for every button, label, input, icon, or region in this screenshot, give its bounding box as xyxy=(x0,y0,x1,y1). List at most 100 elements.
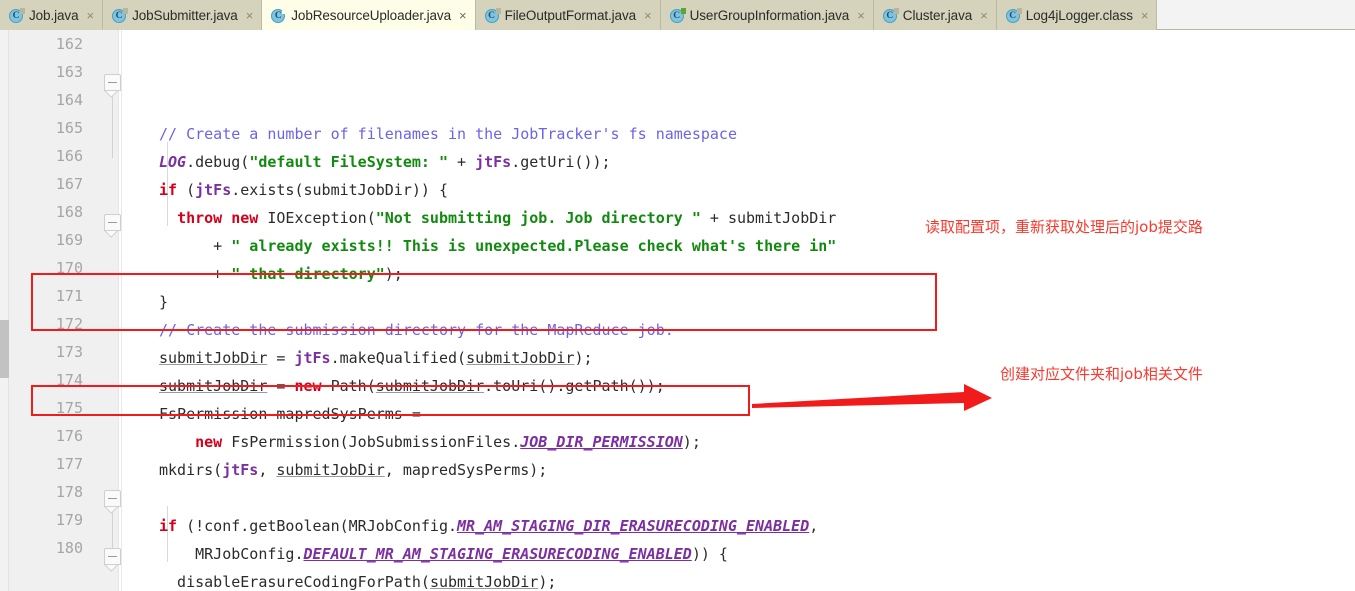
java-class-icon: C xyxy=(271,7,288,23)
code-token: )) { xyxy=(691,545,728,563)
line-number: 165 xyxy=(55,119,83,137)
close-icon[interactable]: × xyxy=(857,9,865,22)
code-token: throw new xyxy=(177,209,259,227)
line-number: 169 xyxy=(55,231,83,249)
code-line[interactable]: disableErasureCodingForPath(submitJobDir… xyxy=(123,568,1355,591)
code-line[interactable]: MRJobConfig.DEFAULT_MR_AM_STAGING_ERASUR… xyxy=(123,540,1355,568)
code-token: ); xyxy=(574,349,593,367)
annotation-note-1: 读取配置项，重新获取处理后的job提交路 xyxy=(925,218,1203,236)
code-token: , mapredSysPerms); xyxy=(384,461,548,479)
code-token: LOG xyxy=(159,153,187,171)
code-token: submitJobDir xyxy=(276,461,385,479)
editor-tab-3[interactable]: C FileOutputFormat.java × xyxy=(475,0,661,30)
code-token: } xyxy=(159,293,169,311)
icon-letter: C xyxy=(673,10,681,21)
code-token: .debug( xyxy=(186,153,250,171)
code-token: ( xyxy=(177,181,196,199)
close-icon[interactable]: × xyxy=(246,9,254,22)
fold-toggle-icon[interactable] xyxy=(104,214,121,231)
code-token: mkdirs( xyxy=(159,461,223,479)
code-token: "default FileSystem: " xyxy=(249,153,448,171)
fold-range-end-icon xyxy=(104,565,121,573)
code-token: FsPermission mapredSysPerms = xyxy=(159,405,421,423)
minus-glyph xyxy=(108,222,117,223)
code-token: + submitJobDir xyxy=(700,209,837,227)
editor-tab-label: JobSubmitter.java xyxy=(132,7,238,23)
java-class-icon: C xyxy=(882,7,899,23)
java-class-icon: C xyxy=(9,7,25,23)
code-token: " that directory" xyxy=(231,265,385,283)
minus-glyph xyxy=(108,498,117,499)
scrollbar-thumb[interactable] xyxy=(0,320,9,378)
minus-glyph xyxy=(108,82,117,83)
editor-tab-4[interactable]: C UserGroupInformation.java × xyxy=(660,0,874,30)
code-token: Path( xyxy=(321,377,376,395)
editor-tab-5[interactable]: C Cluster.java × xyxy=(873,0,997,30)
code-token: submitJobDir xyxy=(159,377,268,395)
code-line[interactable]: // Create the submission directory for t… xyxy=(123,316,1355,344)
editor-vertical-scrollbar[interactable] xyxy=(0,30,9,591)
code-token: jtFs xyxy=(475,153,512,171)
code-token: = xyxy=(267,377,295,395)
code-editor: 162 163 164 165 166 167 168 169 170 171 172 173 174 1… xyxy=(0,30,1355,591)
icon-letter: C xyxy=(12,10,20,21)
line-number: 172 xyxy=(55,315,83,333)
editor-tab-1[interactable]: C JobSubmitter.java × xyxy=(103,0,263,30)
editor-tab-label: Job.java xyxy=(29,7,79,23)
editor-tab-label: Cluster.java xyxy=(902,7,973,23)
code-token: (!conf.getBoolean(MRJobConfig. xyxy=(177,517,458,535)
code-line[interactable]: new FsPermission(JobSubmissionFiles.JOB_… xyxy=(123,428,1355,456)
fold-toggle-icon[interactable] xyxy=(104,490,121,507)
editor-tab-2[interactable]: C JobResourceUploader.java × xyxy=(262,0,476,30)
gutter-divider xyxy=(121,30,122,591)
code-token: MR_AM_STAGING_DIR_ERASURECODING_ENABLED xyxy=(457,517,810,535)
line-number: 163 xyxy=(55,63,83,81)
code-token: new xyxy=(195,433,223,451)
code-line[interactable]: if (jtFs.exists(submitJobDir)) { xyxy=(123,176,1355,204)
java-class-icon-green: C xyxy=(669,7,686,23)
code-token: + xyxy=(159,265,232,283)
code-token: DEFAULT_MR_AM_STAGING_ERASURECODING_ENAB… xyxy=(303,545,692,563)
close-icon[interactable]: × xyxy=(459,9,467,22)
code-line[interactable]: FsPermission mapredSysPerms = xyxy=(123,400,1355,428)
line-number: 177 xyxy=(55,455,83,473)
code-token: , xyxy=(809,517,819,535)
code-line[interactable] xyxy=(123,484,1355,512)
code-line[interactable]: } xyxy=(123,288,1355,316)
code-line[interactable]: if (!conf.getBoolean(MRJobConfig.MR_AM_S… xyxy=(123,512,1355,540)
line-number: 176 xyxy=(55,427,83,445)
code-line[interactable]: + " that directory"); xyxy=(123,260,1355,288)
code-token: ); xyxy=(682,433,701,451)
icon-letter: C xyxy=(274,10,282,21)
line-number-column: 162 163 164 165 166 167 168 169 170 171 172 173 174 1… xyxy=(9,30,91,562)
line-number: 167 xyxy=(55,175,83,193)
editor-tab-0[interactable]: C Job.java × xyxy=(0,0,104,30)
code-line[interactable]: // Create a number of filenames in the J… xyxy=(123,120,1355,148)
close-icon[interactable]: × xyxy=(86,9,94,22)
code-line[interactable]: LOG.debug("default FileSystem: " + jtFs.… xyxy=(123,148,1355,176)
code-token: .toUri().getPath()); xyxy=(484,377,665,395)
line-number: 180 xyxy=(55,539,83,557)
minus-glyph xyxy=(108,556,117,557)
java-class-icon: C xyxy=(1005,7,1022,23)
line-number: 170 xyxy=(55,259,83,277)
code-token: submitJobDir xyxy=(466,349,575,367)
icon-letter: C xyxy=(1009,10,1017,21)
code-token: if xyxy=(159,517,178,535)
close-icon[interactable]: × xyxy=(1141,9,1149,22)
code-content[interactable]: // Create a number of filenames in the J… xyxy=(123,30,1355,591)
line-number: 164 xyxy=(55,91,83,109)
line-number: 168 xyxy=(55,203,83,221)
editor-tab-6[interactable]: C Log4jLogger.class × xyxy=(996,0,1158,30)
fold-toggle-icon[interactable] xyxy=(104,548,121,565)
close-icon[interactable]: × xyxy=(980,9,988,22)
fold-toggle-icon[interactable] xyxy=(104,74,121,91)
code-line[interactable]: mkdirs(jtFs, submitJobDir, mapredSysPerm… xyxy=(123,456,1355,484)
icon-letter: C xyxy=(886,10,894,21)
java-class-icon: C xyxy=(112,7,129,23)
editor-tab-label: Log4jLogger.class xyxy=(1025,7,1133,23)
tab-bar-empty-space xyxy=(1157,0,1355,29)
code-folding-column xyxy=(104,30,122,591)
close-icon[interactable]: × xyxy=(644,9,652,22)
